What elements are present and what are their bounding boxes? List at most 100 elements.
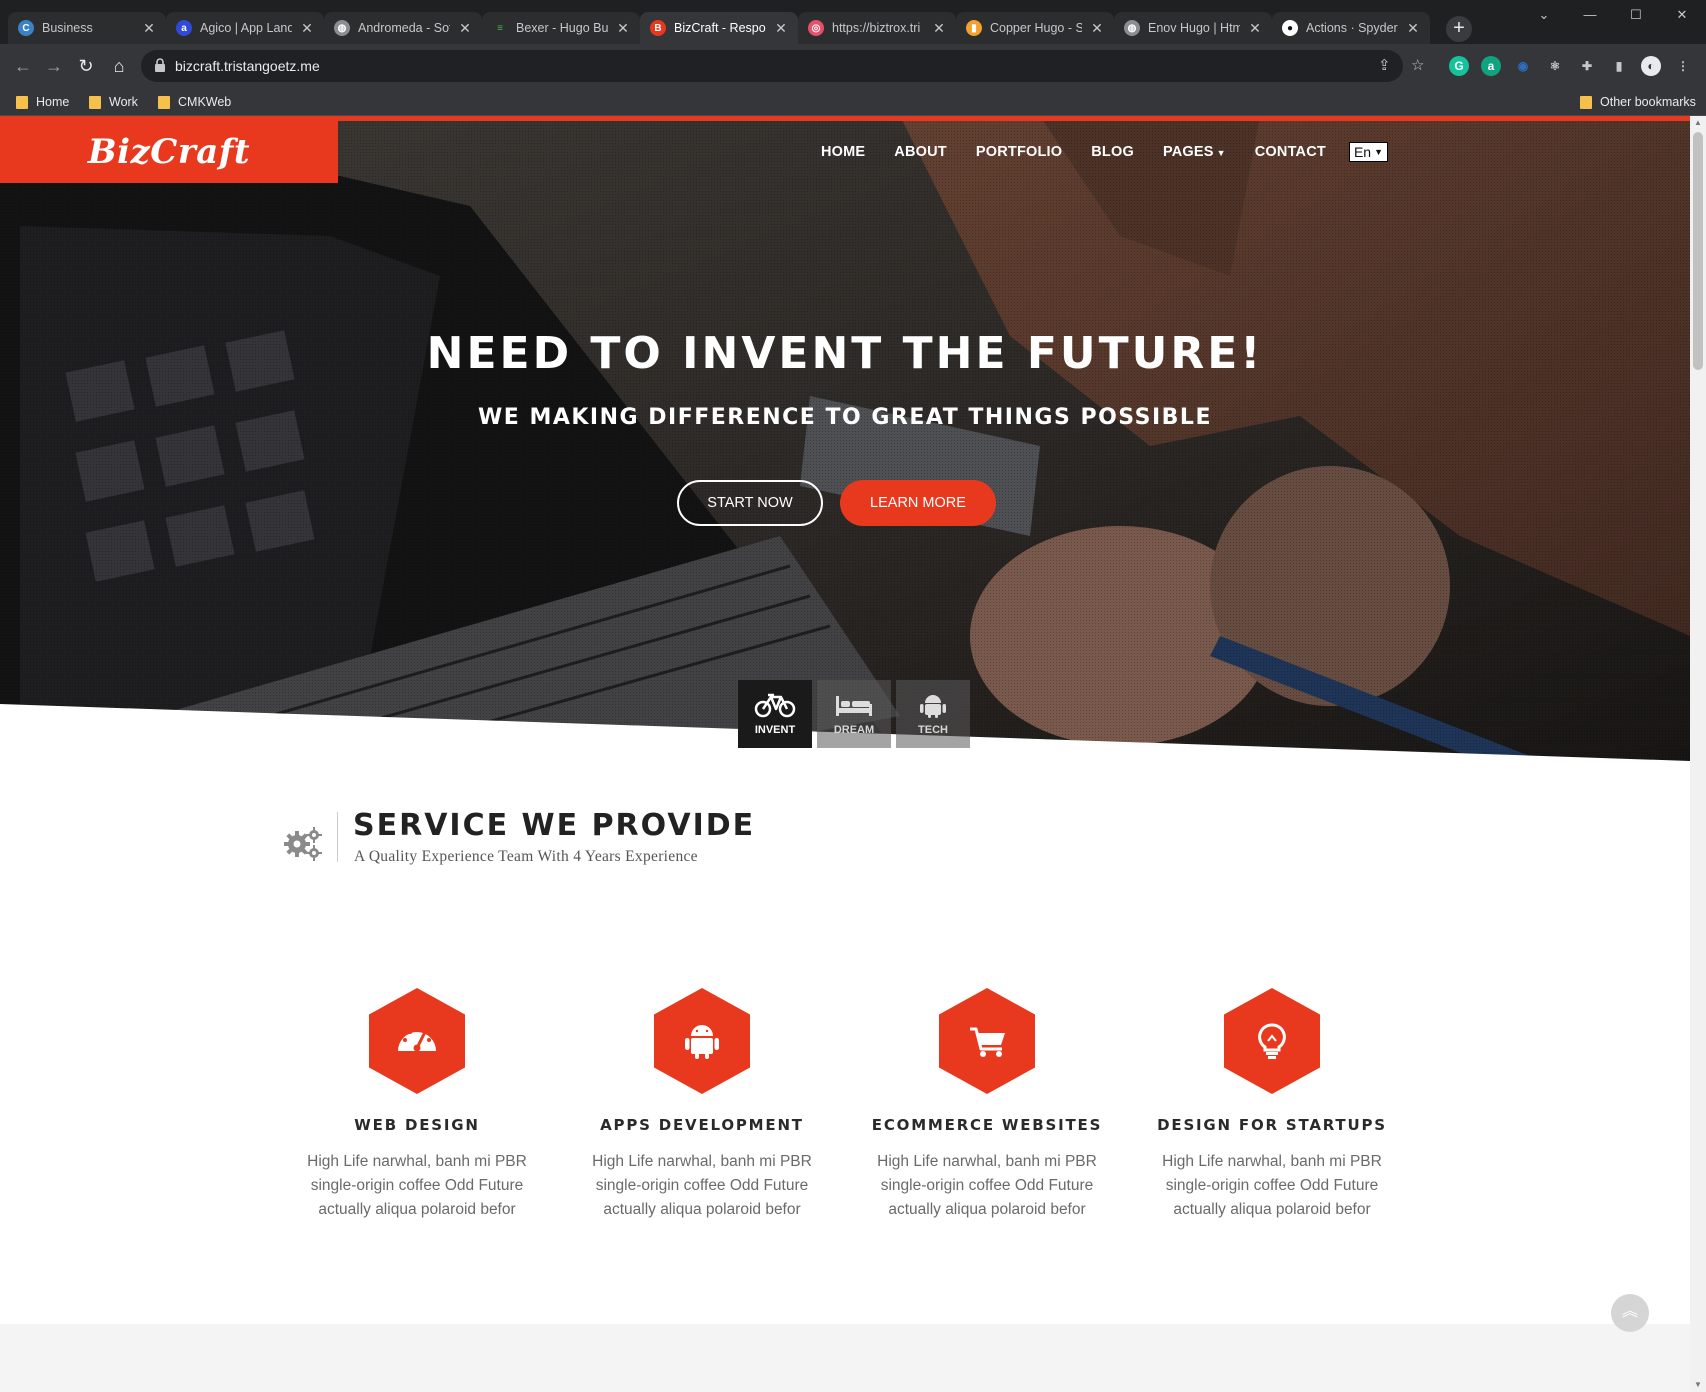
- nav-blog[interactable]: BLOG: [1091, 144, 1134, 160]
- folder-icon: [16, 95, 28, 109]
- folder-icon: [158, 95, 170, 109]
- folder-icon: [89, 95, 101, 109]
- lock-icon: [155, 58, 165, 72]
- service-title: ECOMMERCE WEBSITES: [871, 1116, 1103, 1134]
- bookmarks-bar: Home Work CMKWeb Other bookmarks: [0, 88, 1706, 116]
- back-to-top-button[interactable]: ︽: [1611, 1294, 1649, 1332]
- bookmark-home[interactable]: Home: [16, 94, 69, 110]
- tab-close-icon[interactable]: ✕: [932, 20, 946, 37]
- service-card: DESIGN FOR STARTUPS High Life narwhal, b…: [1152, 988, 1392, 1222]
- service-description: High Life narwhal, banh mi PBR single-or…: [877, 1153, 1097, 1218]
- menu-kebab-icon[interactable]: ⋮: [1673, 56, 1693, 76]
- bookmark-work[interactable]: Work: [89, 94, 138, 110]
- logo-text: BizCraft: [87, 132, 251, 172]
- scrollbar-thumb[interactable]: [1693, 132, 1703, 370]
- learn-more-button[interactable]: LEARN MORE: [840, 480, 996, 526]
- tab-title: BizCraft - Respon: [674, 21, 766, 35]
- tab-title: Bexer - Hugo Busi: [516, 21, 608, 35]
- address-bar[interactable]: bizcraft.tristangoetz.me ⇪ ☆: [141, 50, 1424, 82]
- service-hexagon[interactable]: [369, 988, 465, 1094]
- reload-icon[interactable]: ↻: [73, 53, 99, 79]
- hero-subtitle: WE MAKING DIFFERENCE TO GREAT THINGS POS…: [478, 405, 1212, 430]
- bookmark-cmkweb[interactable]: CMKWeb: [158, 94, 231, 110]
- forward-arrow-icon[interactable]: →: [41, 53, 67, 79]
- slide-tab-tech[interactable]: TECH: [896, 680, 970, 748]
- service-hexagon[interactable]: [1224, 988, 1320, 1094]
- next-section-band: [0, 1324, 1690, 1392]
- back-arrow-icon[interactable]: ←: [10, 53, 36, 79]
- extensions-puzzle-icon[interactable]: ✚: [1577, 56, 1597, 76]
- new-tab-button[interactable]: +: [1446, 16, 1472, 42]
- bookmark-label: Work: [109, 95, 138, 109]
- tab-close-icon[interactable]: ✕: [616, 20, 630, 37]
- tab-title: https://biztrox.tri: [832, 21, 921, 35]
- page-scrollbar[interactable]: ▲ ▼: [1690, 116, 1706, 1392]
- folder-icon: [1580, 95, 1592, 109]
- profile-avatar[interactable]: ◐: [1641, 56, 1661, 76]
- browser-tab[interactable]: a Agico | App Landi ✕: [166, 12, 324, 44]
- service-hexagon[interactable]: [654, 988, 750, 1094]
- favicon-icon: ≡: [492, 20, 508, 36]
- side-panel-icon[interactable]: ▮: [1609, 56, 1629, 76]
- other-bookmarks[interactable]: Other bookmarks: [1580, 94, 1696, 110]
- bookmark-label: CMKWeb: [178, 95, 232, 109]
- browser-tab[interactable]: C Business ✕: [8, 12, 166, 44]
- favicon-icon: C: [18, 20, 34, 36]
- browser-tab-strip: C Business ✕ a Agico | App Landi ✕ ◍ And…: [0, 0, 1706, 44]
- slide-tab-invent[interactable]: INVENT: [738, 680, 812, 748]
- site-logo[interactable]: BizCraft: [0, 121, 338, 183]
- scroll-up-arrow-icon[interactable]: ▲: [1690, 116, 1706, 130]
- minimize-button[interactable]: —: [1567, 0, 1613, 30]
- close-window-button[interactable]: ✕: [1659, 0, 1705, 30]
- home-icon[interactable]: ⌂: [106, 53, 132, 79]
- hero-section: BizCraft HOME ABOUT PORTFOLIO BLOG PAGES…: [0, 116, 1690, 826]
- tab-close-icon[interactable]: ✕: [1090, 20, 1104, 37]
- browser-tab[interactable]: ◎ https://biztrox.tri ✕: [798, 12, 956, 44]
- nav-contact[interactable]: CONTACT: [1255, 144, 1326, 160]
- browser-tab[interactable]: ● Actions · SpyderH ✕: [1272, 12, 1430, 44]
- favicon-icon: ◍: [334, 20, 350, 36]
- extension-a-icon[interactable]: a: [1481, 56, 1501, 76]
- slide-tab-dream[interactable]: DREAM: [817, 680, 891, 748]
- start-now-button[interactable]: START NOW: [677, 480, 823, 526]
- bookmark-star-icon[interactable]: ☆: [1411, 56, 1424, 74]
- tab-title: Business: [42, 21, 93, 35]
- service-description: High Life narwhal, banh mi PBR single-or…: [307, 1153, 527, 1218]
- grammarly-extension-icon[interactable]: G: [1449, 56, 1469, 76]
- tab-close-icon[interactable]: ✕: [142, 20, 156, 37]
- language-select[interactable]: En ▼: [1348, 142, 1388, 162]
- tab-close-icon[interactable]: ✕: [300, 20, 314, 37]
- tab-search-icon[interactable]: ⌄: [1521, 0, 1567, 30]
- maximize-button[interactable]: ☐: [1613, 0, 1659, 30]
- tab-close-icon[interactable]: ✕: [458, 20, 472, 37]
- nav-pages[interactable]: PAGES ▼: [1163, 144, 1226, 160]
- bicycle-icon: [754, 693, 796, 718]
- service-title: DESIGN FOR STARTUPS: [1157, 1116, 1387, 1134]
- browser-tab[interactable]: ▮ Copper Hugo - Si ✕: [956, 12, 1114, 44]
- browser-tab[interactable]: ◍ Enov Hugo | Html ✕: [1114, 12, 1272, 44]
- browser-tab[interactable]: ◍ Andromeda - Soft ✕: [324, 12, 482, 44]
- scroll-down-arrow-icon[interactable]: ▼: [1690, 1378, 1706, 1392]
- nav-portfolio[interactable]: PORTFOLIO: [976, 144, 1062, 160]
- web-page: BizCraft HOME ABOUT PORTFOLIO BLOG PAGES…: [0, 116, 1690, 1392]
- android-icon: [920, 695, 946, 718]
- browser-tab-active[interactable]: B BizCraft - Respon ✕: [640, 12, 798, 44]
- react-devtools-icon[interactable]: ⚛: [1545, 56, 1565, 76]
- share-icon[interactable]: ⇪: [1378, 56, 1391, 74]
- service-hexagon[interactable]: [939, 988, 1035, 1094]
- tab-title: Actions · SpyderH: [1306, 21, 1398, 35]
- tab-title: Andromeda - Soft: [358, 21, 450, 35]
- extension-blue-icon[interactable]: ◉: [1513, 56, 1533, 76]
- service-card: WEB DESIGN High Life narwhal, banh mi PB…: [297, 988, 537, 1222]
- tab-close-icon[interactable]: ✕: [1406, 20, 1420, 37]
- bookmark-label: Other bookmarks: [1600, 95, 1696, 109]
- tab-close-icon[interactable]: ✕: [1248, 20, 1262, 37]
- tab-close-icon[interactable]: ✕: [774, 20, 788, 37]
- nav-about[interactable]: ABOUT: [894, 144, 947, 160]
- nav-pages-label: PAGES: [1162, 144, 1214, 160]
- main-navigation: HOME ABOUT PORTFOLIO BLOG PAGES ▼ CONTACT…: [792, 142, 1388, 162]
- hero-title: NEED TO INVENT THE FUTURE!: [426, 328, 1264, 379]
- browser-toolbar: ← → ↻ ⌂ bizcraft.tristangoetz.me ⇪ ☆ G a…: [0, 44, 1706, 88]
- nav-home[interactable]: HOME: [821, 144, 865, 160]
- browser-tab[interactable]: ≡ Bexer - Hugo Busi ✕: [482, 12, 640, 44]
